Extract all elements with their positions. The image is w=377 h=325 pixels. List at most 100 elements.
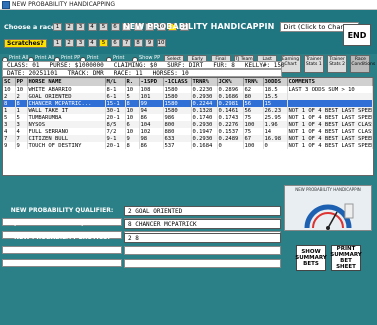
table-row[interactable]: 5 5 TUMBARUMBA 20-1 10 86 986 0.1740 0.1743 75 25.…: [3, 114, 373, 121]
scratches-label: Scratches?: [4, 39, 47, 48]
table-cell: 2: [15, 93, 28, 100]
toolbar-button-7[interactable]: Trainer Stats 2: [327, 55, 348, 73]
scratch-button-1[interactable]: 1: [53, 39, 62, 47]
end-button[interactable]: END: [343, 24, 371, 46]
table-row[interactable]: 7 7 CITIZEN BULL 9-1 9 98 633 0.2930 0.2489 67 16.…: [3, 135, 373, 142]
table-cell: 0: [263, 142, 288, 149]
race-button-6[interactable]: 6: [110, 23, 120, 31]
table-row[interactable]: 2 2 GOAL ORIENTED 6-1 5 101 1580 0.2930 0.1686 80…: [3, 93, 373, 100]
scratch-button-7[interactable]: 7: [122, 39, 131, 47]
table-cell: 7/2: [105, 128, 126, 135]
table-row[interactable]: 1 1 WALL TAKE IT 30-1 10 94 1580 0.1328 0.1461 56…: [3, 107, 373, 114]
table-cell: NOT 1 OF 4 BEST LAST CLASS RAT: [287, 128, 373, 135]
table-cell: 99: [139, 100, 164, 107]
race-button-3[interactable]: 3: [76, 23, 85, 31]
table-header-row: SC PP HORSE NAME M/L R. -1SPD -1CLASS TRNR% JCK%…: [3, 78, 373, 86]
table-cell: 3: [15, 121, 28, 128]
app-title-text: NEW PROBABILITY HANDICAPPIN: [123, 22, 275, 31]
column-header[interactable]: M/L: [105, 78, 126, 86]
table-row[interactable]: 3 3 NYSOS 8/5 6 104 800 0.2930 0.2276 100 1.96 NOT …: [3, 121, 373, 128]
scratch-button-8[interactable]: 8: [133, 39, 143, 47]
horses-value: HORSES: 10: [152, 69, 189, 77]
track-value: TRACK: DMR: [67, 69, 104, 77]
column-header[interactable]: R.: [125, 78, 140, 86]
toolbar-button-8[interactable]: Race Conditions: [350, 55, 375, 73]
table-cell: 5: [125, 93, 140, 100]
table-cell: 10: [3, 86, 16, 93]
new-qualifier-label: NEW PROBABILITY QUALIFIER:: [10, 207, 114, 214]
column-header[interactable]: -1SPD: [139, 78, 164, 86]
scratch-button-3[interactable]: 3: [76, 39, 85, 47]
column-header[interactable]: 30DDS: [263, 78, 288, 86]
column-header[interactable]: COMMENTS: [287, 78, 373, 86]
table-cell: CITIZEN BULL: [27, 135, 106, 142]
table-row[interactable]: 9 9 TOUCH OF DESTINY 20-1 8 86 537 0.1684 0 100 0 N…: [3, 142, 373, 149]
table-cell: 9: [125, 135, 140, 142]
table-cell: [287, 100, 373, 107]
scratch-button-4[interactable]: 4: [87, 39, 97, 47]
race-button-4[interactable]: 4: [87, 23, 97, 31]
table-cell: 3: [3, 121, 16, 128]
table-cell: 94: [139, 107, 164, 114]
table-cell: 100: [243, 121, 264, 128]
column-header[interactable]: JCK%: [217, 78, 244, 86]
table-cell: 0.2276: [217, 121, 244, 128]
race-button-5[interactable]: 5: [99, 23, 108, 31]
table-cell: NOT 1 OF 4 BEST LAST SPEEDS: [287, 107, 373, 114]
table-cell: 10: [125, 86, 140, 93]
table-cell: 15.5: [263, 93, 288, 100]
scratch-button-5[interactable]: 5: [99, 39, 108, 47]
window-title: NEW PROBABILITY HANDICAPPING: [12, 1, 116, 8]
table-cell: 1.96: [263, 121, 288, 128]
scratch-button-10[interactable]: 10: [156, 39, 166, 47]
column-header[interactable]: TRNR%: [191, 78, 218, 86]
table-cell: 800: [163, 121, 192, 128]
table-cell: 1580: [163, 86, 192, 93]
table-cell: 18.5: [263, 86, 288, 93]
table-row[interactable]: 4 4 FULL SERRANO 7/2 10 102 880 0.1947 0.1537 75 1…: [3, 128, 373, 135]
column-header[interactable]: TRN%: [243, 78, 264, 86]
column-header[interactable]: SC: [3, 78, 16, 86]
table-cell: 2: [3, 93, 16, 100]
toolbar-button-6[interactable]: Trainer Stats 1: [303, 55, 324, 73]
qualifier-panel: NEW PROBABILITY QUALIFIER: 2 GOAL ORIENT…: [0, 177, 377, 325]
table-row[interactable]: 10 10 WHITE ABARRIO 8-1 10 108 1580 0.2230 0.289…: [3, 86, 373, 93]
column-header[interactable]: -1CLASS: [163, 78, 192, 86]
table-cell: 7: [15, 135, 28, 142]
race-button-1[interactable]: 1: [53, 23, 62, 31]
column-header[interactable]: HORSE NAME: [27, 78, 106, 86]
scratch-button-9[interactable]: 9: [145, 39, 154, 47]
table-cell: 15: [263, 100, 288, 107]
table-cell: 633: [163, 135, 192, 142]
table-cell: 7: [3, 135, 16, 142]
logo-panel: NEW PROBABILITY HANDICAPPIN: [284, 185, 372, 231]
horse-table: SC PP HORSE NAME M/L R. -1SPD -1CLASS TRNR% JCK%…: [2, 77, 374, 176]
blank-field-8: [124, 259, 281, 268]
table-cell: 10: [15, 86, 28, 93]
scratch-button-6[interactable]: 6: [110, 39, 120, 47]
show-summary-bets-button[interactable]: SHOW SUMMARY BETS: [295, 245, 327, 271]
surf-value: SURF: DIRT: [167, 61, 204, 69]
table-cell: 20-1: [105, 114, 126, 121]
table-cell: 1580: [163, 100, 192, 107]
table-cell: 10: [125, 114, 140, 121]
scratch-button-2[interactable]: 2: [64, 39, 74, 47]
table-cell: NOT 1 OF 4 BEST LAST SPEEDS: [287, 114, 373, 121]
new-qualifier-value: 2 GOAL ORIENTED: [124, 206, 281, 216]
table-cell: 101: [139, 93, 164, 100]
race-button-2[interactable]: 2: [64, 23, 74, 31]
table-cell: 102: [139, 128, 164, 135]
purse-value: PURSE: $1000000: [49, 61, 104, 69]
claiming-value: CLAIMING: $0: [113, 61, 158, 69]
table-cell: 8: [125, 142, 140, 149]
table-cell: 1: [3, 107, 16, 114]
table-cell: TOUCH OF DESTINY: [27, 142, 106, 149]
table-cell: 0.2896: [217, 86, 244, 93]
column-header[interactable]: PP: [15, 78, 28, 86]
print-summary-bet-sheet-button[interactable]: PRINT SUMMARY BET SHEET: [330, 245, 362, 271]
table-cell: WHITE ABARRIO: [27, 86, 106, 93]
blank-field-7: [2, 259, 122, 267]
table-row[interactable]: 8 8 CHANCER MCPATRIC... 15-1 8 99 1580 0.2244 0.…: [3, 100, 373, 107]
table-cell: 104: [139, 121, 164, 128]
table-cell: 537: [163, 142, 192, 149]
